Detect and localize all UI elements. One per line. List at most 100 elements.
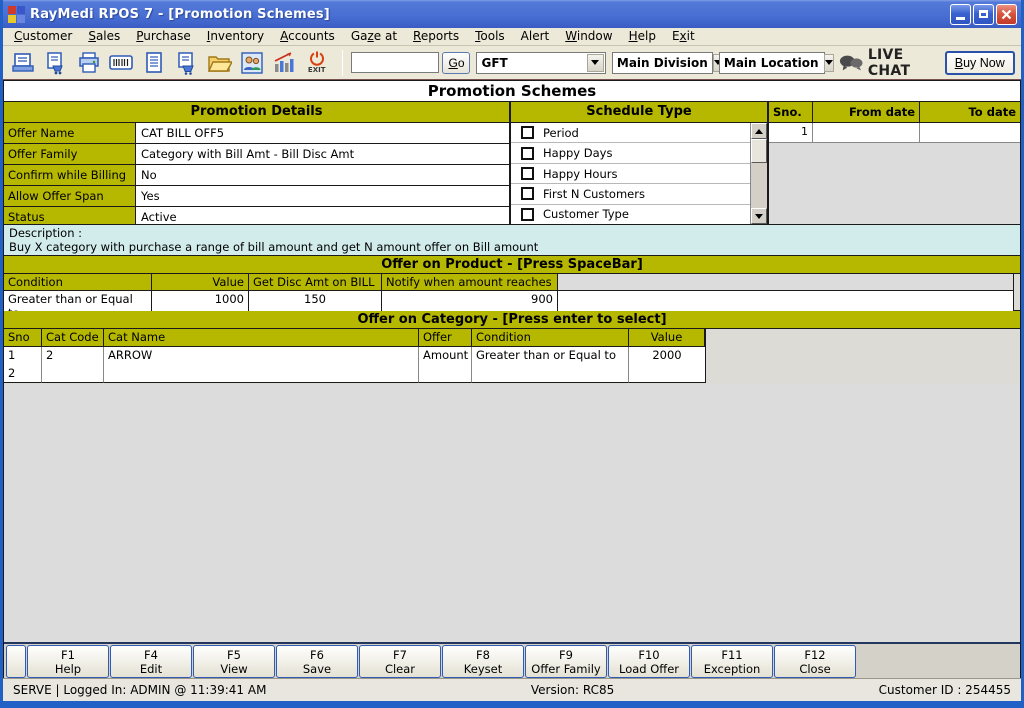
f9-offer-family-button[interactable]: F9 Offer Family — [525, 645, 607, 678]
f5-view-button[interactable]: F5 View — [193, 645, 275, 678]
menu-item-customer[interactable]: Customer — [6, 28, 80, 45]
sno-cell[interactable]: 2 — [4, 365, 42, 383]
customers-icon[interactable] — [237, 48, 267, 78]
description-label: Description : — [9, 226, 83, 240]
cat-code-cell[interactable]: 2 — [42, 347, 104, 365]
checkbox-icon[interactable] — [521, 167, 534, 181]
schedule-option-period[interactable]: Period — [511, 123, 750, 144]
confirm-while-billing-field[interactable]: No — [136, 165, 509, 185]
chart-icon[interactable] — [269, 48, 299, 78]
dates-col-from: From date — [813, 102, 920, 122]
minimize-button[interactable] — [950, 3, 971, 25]
chevron-down-icon[interactable] — [823, 53, 834, 72]
folder-icon[interactable] — [204, 48, 234, 78]
offer-family-field[interactable]: Category with Bill Amt - Bill Disc Amt — [136, 144, 509, 164]
f4-edit-button[interactable]: F4 Edit — [110, 645, 192, 678]
menu-item-sales[interactable]: Sales — [80, 28, 128, 45]
go-button[interactable]: Go — [442, 51, 471, 74]
schedule-option-first-n-customers[interactable]: First N Customers — [511, 184, 750, 205]
checkbox-icon[interactable] — [521, 146, 534, 160]
f12-close-button[interactable]: F12 Close — [774, 645, 856, 678]
f10-load-offer-button[interactable]: F10 Load Offer — [608, 645, 690, 678]
cat-name-cell[interactable]: ARROW — [104, 347, 419, 365]
value-cell[interactable] — [629, 365, 705, 383]
value-cell[interactable]: 2000 — [629, 347, 705, 365]
company-select[interactable]: GFT — [476, 51, 606, 74]
location-select[interactable]: Main Location — [718, 51, 834, 74]
offer-name-field[interactable]: CAT BILL OFF5 — [136, 123, 509, 143]
scroll-up-icon[interactable] — [751, 123, 767, 139]
offer-on-cell[interactable] — [419, 365, 472, 383]
menu-bar: Customer Sales Purchase Inventory Accoun… — [3, 28, 1021, 46]
invoice-icon[interactable] — [139, 48, 169, 78]
cat-name-cell[interactable] — [104, 365, 419, 383]
column-header: Value — [629, 329, 705, 347]
offer-on-product-table: Condition Value Get Disc Amt on BILL Not… — [4, 274, 1020, 321]
condition-cell[interactable] — [472, 365, 629, 383]
schedule-scrollbar[interactable] — [750, 123, 767, 224]
checkbox-icon[interactable] — [521, 187, 534, 201]
menu-item-help[interactable]: Help — [621, 28, 664, 45]
checkbox-icon[interactable] — [521, 126, 534, 140]
menu-item-accounts[interactable]: Accounts — [272, 28, 343, 45]
menu-item-reports[interactable]: Reports — [405, 28, 467, 45]
purchase-cart-icon[interactable] — [172, 48, 202, 78]
allow-offer-span-field[interactable]: Yes — [136, 186, 509, 206]
menu-item-window[interactable]: Window — [557, 28, 620, 45]
offer-on-cell[interactable]: Amount — [419, 347, 472, 365]
sales-cart-icon[interactable] — [42, 48, 72, 78]
schedule-option-happy-days[interactable]: Happy Days — [511, 143, 750, 164]
f11-exception-button[interactable]: F11 Exception — [691, 645, 773, 678]
menu-item-exit[interactable]: Exit — [664, 28, 703, 45]
billing-icon[interactable] — [9, 48, 39, 78]
schedule-option-happy-hours[interactable]: Happy Hours — [511, 164, 750, 185]
app-logo-icon — [8, 5, 25, 23]
quick-search-input[interactable] — [351, 52, 440, 73]
close-button[interactable] — [996, 3, 1017, 25]
to-date-cell[interactable] — [920, 123, 1020, 142]
barcode-icon[interactable] — [107, 48, 137, 78]
fkey-label: Load Offer — [618, 661, 680, 676]
fkey-key: F6 — [310, 647, 324, 662]
exit-power-icon[interactable]: EXIT — [302, 48, 332, 78]
f1-help-button[interactable]: F1 Help — [27, 645, 109, 678]
division-select-value: Main Division — [616, 55, 708, 70]
buy-now-button[interactable]: Buy Now — [944, 50, 1016, 75]
fkey-label: Help — [54, 661, 82, 676]
toolbar-separator — [342, 49, 344, 76]
f8-keyset-button[interactable]: F8 Keyset — [442, 645, 524, 678]
offer-on-product-header: Offer on Product - [Press SpaceBar] — [4, 256, 1020, 274]
spacer-button[interactable] — [6, 645, 26, 678]
menu-item-purchase[interactable]: Purchase — [128, 28, 199, 45]
detail-row-allow-offer-span: Allow Offer Span Yes — [4, 186, 509, 207]
scrollbar-thumb[interactable] — [751, 139, 767, 163]
sno-cell[interactable]: 1 — [4, 347, 42, 365]
scroll-down-icon[interactable] — [751, 208, 767, 224]
from-date-cell[interactable] — [813, 123, 920, 142]
menu-item-tools[interactable]: Tools — [467, 28, 513, 45]
f7-clear-button[interactable]: F7 Clear — [359, 645, 441, 678]
menu-item-gaze-at[interactable]: Gaze at — [343, 28, 405, 45]
condition-cell[interactable]: Greater than or Equal to — [472, 347, 629, 365]
table-row[interactable]: 1 2 ARROW Amount Greater than or Equal t… — [4, 347, 706, 365]
fkey-label: Save — [302, 661, 332, 676]
schedule-type-panel: Schedule Type Period Happy Days Happy Ho… — [511, 102, 769, 224]
fkey-key: F12 — [804, 647, 826, 662]
empty-workspace — [4, 384, 1020, 642]
checkbox-icon[interactable] — [521, 207, 534, 221]
field-label: Offer Family — [4, 144, 136, 164]
printer-icon[interactable] — [74, 48, 104, 78]
live-chat-button[interactable]: LIVE CHAT — [839, 47, 945, 79]
schedule-option-customer-type[interactable]: Customer Type — [511, 205, 750, 224]
function-key-bar: F1 Help F4 Edit F5 View F6 Save F7 Clear F8 Ke… — [4, 642, 1020, 678]
schedule-option-label: Happy Hours — [543, 166, 618, 181]
cat-code-cell[interactable] — [42, 365, 104, 383]
restore-button[interactable] — [973, 3, 994, 25]
menu-item-inventory[interactable]: Inventory — [199, 28, 272, 45]
division-select[interactable]: Main Division — [611, 51, 723, 74]
fkey-label: View — [220, 661, 248, 676]
f6-save-button[interactable]: F6 Save — [276, 645, 358, 678]
menu-item-alert[interactable]: Alert — [513, 28, 558, 45]
chevron-down-icon[interactable] — [586, 53, 604, 72]
table-row[interactable]: 2 — [4, 365, 706, 383]
